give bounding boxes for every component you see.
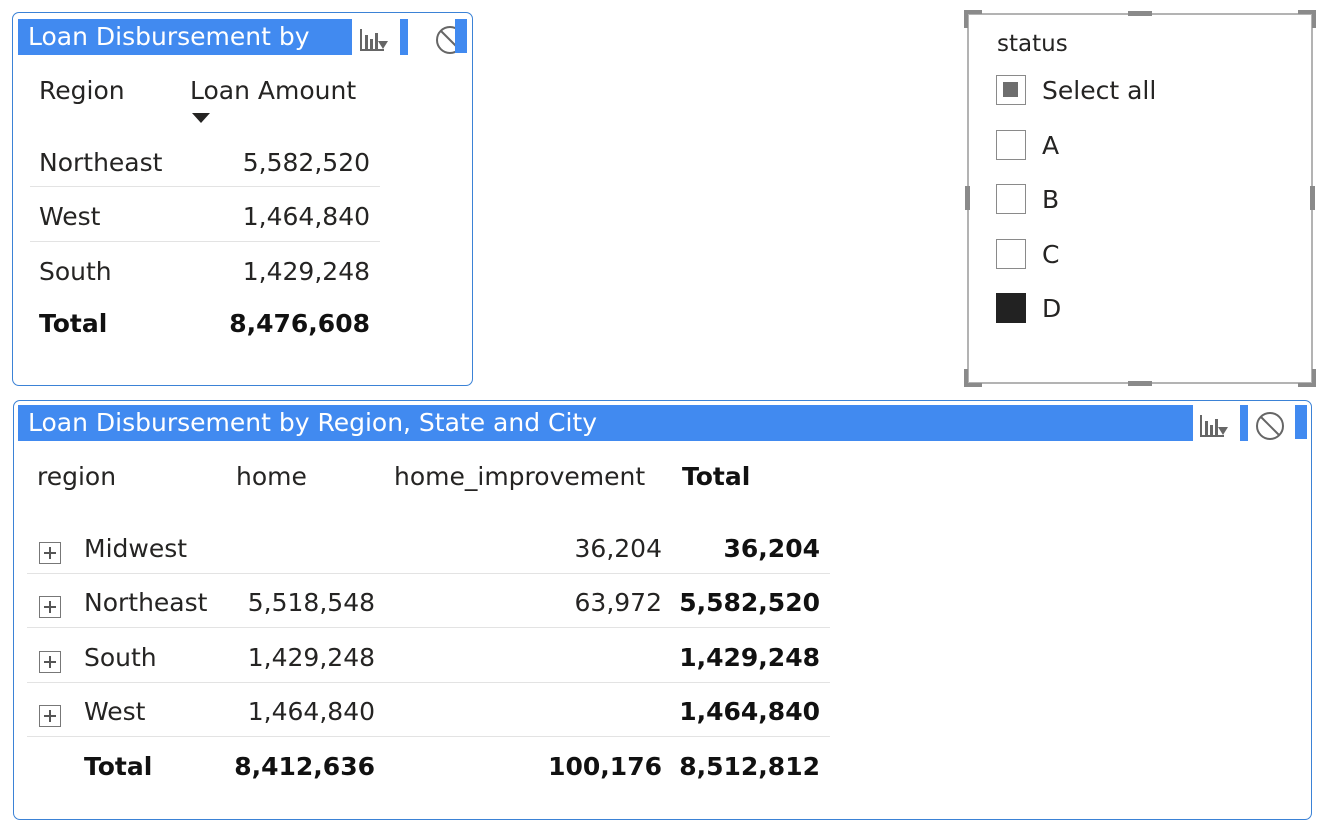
matrix-col-region[interactable]: region — [37, 462, 116, 492]
matrix-row-divider — [27, 682, 830, 683]
expand-icon[interactable] — [39, 651, 61, 673]
matrix-row-region: Midwest — [84, 534, 188, 563]
checkbox-a[interactable] — [996, 130, 1026, 160]
top-table-row-amount: 1,429,248 — [242, 257, 370, 286]
resize-handle-top-left[interactable] — [964, 10, 982, 28]
resize-handle-bottom[interactable] — [1128, 381, 1152, 386]
resize-handle-right[interactable] — [1310, 186, 1315, 210]
matrix-cell-home-improvement: 36,204 — [574, 534, 662, 563]
matrix-cell-total: 1,429,248 — [679, 643, 820, 672]
matrix-cell-total: 36,204 — [723, 534, 820, 563]
matrix-col-home[interactable]: home — [236, 462, 307, 492]
matrix-total-home: 8,412,636 — [234, 752, 375, 781]
matrix-row-divider — [27, 736, 830, 737]
top-table-row-amount: 1,464,840 — [242, 202, 370, 231]
matrix-cell-home-improvement: 63,972 — [574, 588, 662, 617]
slicer-title: status — [997, 31, 1068, 57]
top-table-row-divider — [30, 241, 380, 242]
top-table-col-amount[interactable]: Loan Amount — [190, 76, 356, 106]
top-table-total-label: Total — [39, 309, 108, 338]
top-table-col-region[interactable]: Region — [39, 76, 125, 106]
matrix-total-home-improvement: 100,176 — [548, 752, 662, 781]
matrix-row-divider — [27, 573, 830, 574]
top-table-title-end-2 — [455, 19, 467, 53]
matrix-cell-home: 1,429,248 — [247, 643, 375, 672]
resize-handle-top[interactable] — [1128, 11, 1152, 16]
top-table-row-amount: 5,582,520 — [242, 148, 370, 177]
top-table-header-icons — [356, 22, 468, 58]
matrix-title: Loan Disbursement by Region, State and C… — [18, 405, 1193, 441]
resize-handle-bottom-right[interactable] — [1298, 369, 1316, 387]
slicer-item-label[interactable]: D — [1042, 294, 1061, 324]
resize-handle-bottom-left[interactable] — [964, 369, 982, 387]
matrix-col-home-improvement[interactable]: home_improvement — [394, 462, 645, 492]
matrix-cell-home: 1,464,840 — [247, 697, 375, 726]
top-table-total-amount: 8,476,608 — [229, 309, 370, 338]
matrix-col-total[interactable]: Total — [682, 462, 750, 492]
matrix-title-end — [1240, 405, 1248, 441]
matrix-cell-total: 5,582,520 — [679, 588, 820, 617]
top-table-row-divider — [30, 186, 380, 187]
matrix-cell-total: 1,464,840 — [679, 697, 820, 726]
matrix-total-label: Total — [84, 752, 153, 781]
matrix-row-region: South — [84, 643, 157, 672]
slicer-item-label[interactable]: B — [1042, 185, 1059, 215]
checkbox-b[interactable] — [996, 184, 1026, 214]
expand-icon[interactable] — [39, 596, 61, 618]
matrix-title-end-2 — [1295, 405, 1307, 439]
slicer-item-label[interactable]: A — [1042, 131, 1059, 161]
resize-handle-left[interactable] — [965, 186, 970, 210]
matrix-visual[interactable] — [13, 400, 1312, 820]
matrix-cell-home: 5,518,548 — [247, 588, 375, 617]
top-table-title-end — [400, 19, 408, 55]
sort-desc-icon[interactable] — [192, 113, 210, 123]
matrix-total-total: 8,512,812 — [679, 752, 820, 781]
expand-icon[interactable] — [39, 542, 61, 564]
expand-icon[interactable] — [39, 705, 61, 727]
top-table-title: Loan Disbursement by — [18, 19, 352, 55]
block-icon[interactable] — [1252, 408, 1288, 444]
matrix-row-divider — [27, 627, 830, 628]
top-table-row-region: South — [39, 257, 112, 286]
matrix-row-region: West — [84, 697, 146, 726]
drill-chart-icon[interactable] — [1196, 408, 1232, 444]
top-table-row-region: Northeast — [39, 148, 163, 177]
slicer-item-label[interactable]: C — [1042, 240, 1059, 270]
checkbox-select-all[interactable] — [996, 75, 1026, 105]
resize-handle-top-right[interactable] — [1298, 10, 1316, 28]
drill-chart-icon[interactable] — [356, 22, 392, 58]
matrix-row-region: Northeast — [84, 588, 208, 617]
checkbox-c[interactable] — [996, 239, 1026, 269]
slicer-item-label[interactable]: Select all — [1042, 76, 1156, 106]
top-table-row-region: West — [39, 202, 101, 231]
checkbox-d[interactable] — [996, 293, 1026, 323]
